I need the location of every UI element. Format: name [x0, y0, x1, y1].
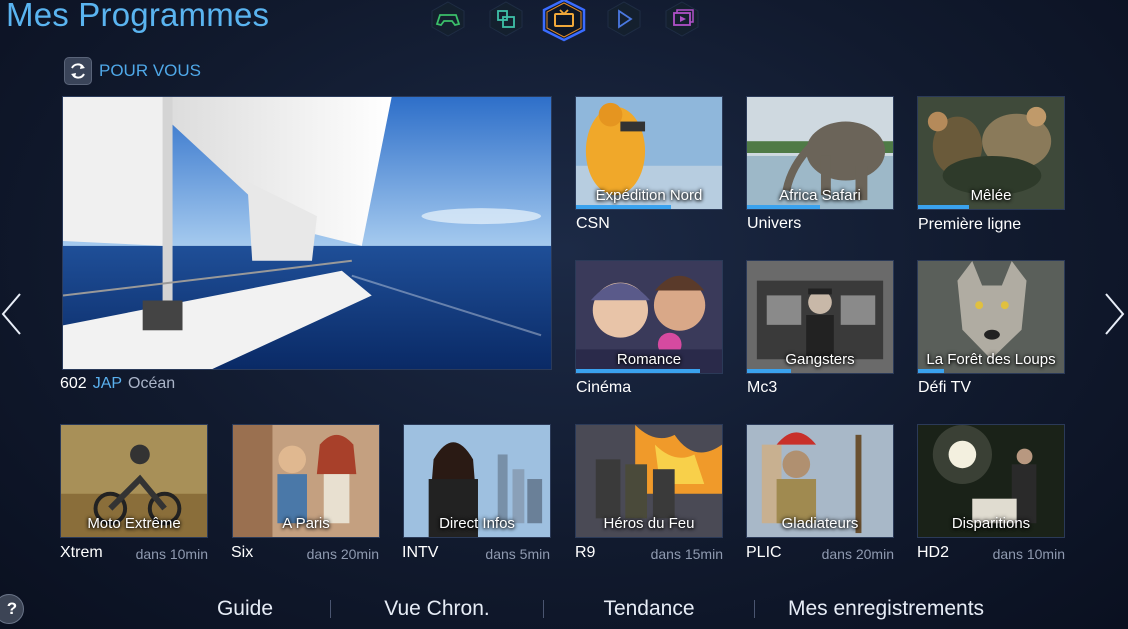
tile-title: Gladiateurs — [781, 515, 859, 532]
tile-title: Romance — [616, 351, 682, 368]
start-time: dans 20min — [306, 546, 379, 562]
program-tile[interactable]: Expédition Nord — [575, 96, 723, 210]
upcoming-caption: Xtrem dans 10min — [60, 544, 208, 562]
pour-vous-header[interactable]: POUR VOUS — [64, 56, 201, 86]
progress-bar — [918, 369, 945, 373]
program-tile[interactable]: Mêlée — [917, 96, 1065, 210]
tile-title: La Forêt des Loups — [926, 351, 1056, 368]
start-time: dans 10min — [135, 546, 208, 562]
tile-title: Africa Safari — [779, 187, 861, 204]
upcoming-tile[interactable]: Moto Extrême — [60, 424, 208, 538]
tile-title: Expédition Nord — [595, 187, 703, 204]
tile-channel: CSN — [576, 215, 610, 232]
tile-channel: PLIC — [746, 544, 782, 561]
upcoming-tile[interactable]: A Paris — [232, 424, 380, 538]
tile-title: Moto Extrême — [87, 515, 181, 532]
tile-channel: Cinéma — [576, 379, 632, 396]
help-button[interactable]: ? — [0, 594, 24, 624]
progress-bar — [747, 369, 791, 373]
upcoming-caption: PLIC dans 20min — [746, 544, 894, 562]
tile-channel: Six — [231, 544, 254, 561]
play-icon[interactable] — [604, 0, 644, 38]
sailboat-image — [63, 97, 551, 369]
start-time: dans 5min — [485, 546, 550, 562]
nav-guide[interactable]: Guide — [160, 597, 330, 621]
program-tile[interactable]: Gangsters — [746, 260, 894, 374]
channel-number: 602 — [60, 375, 87, 392]
progress-bar — [918, 205, 970, 209]
tile-channel: Première ligne — [918, 216, 1022, 233]
featured-program[interactable] — [62, 96, 552, 370]
bottom-navigation: Guide Vue Chron. Tendance Mes enregistre… — [160, 594, 1050, 624]
featured-caption: 602 JAP Océan — [60, 375, 175, 393]
tile-title: Mêlée — [970, 187, 1012, 204]
tile-channel: Mc3 — [747, 379, 778, 396]
progress-bar — [576, 369, 701, 373]
chevron-right-icon[interactable] — [1102, 292, 1126, 336]
upcoming-tile[interactable]: Héros du Feu — [575, 424, 723, 538]
apps-icon[interactable] — [486, 0, 526, 38]
tile-title: A Paris — [282, 515, 330, 532]
nav-vue-chron[interactable]: Vue Chron. — [331, 597, 543, 621]
tile-channel: Défi TV — [918, 379, 972, 396]
upcoming-caption: HD2 dans 10min — [917, 544, 1065, 562]
upcoming-tile[interactable]: Direct Infos — [403, 424, 551, 538]
tv-icon[interactable] — [538, 0, 590, 42]
tile-channel: INTV — [402, 544, 439, 561]
page-title: Mes Programmes — [6, 0, 270, 33]
upcoming-caption: R9 dans 15min — [575, 544, 723, 562]
nav-mes-enregistrements[interactable]: Mes enregistrements — [755, 597, 1017, 621]
upcoming-caption: INTV dans 5min — [402, 544, 550, 562]
tile-title: Gangsters — [785, 351, 855, 368]
photos-icon[interactable] — [662, 0, 702, 38]
program-tile[interactable]: Romance — [575, 260, 723, 374]
tile-title: Direct Infos — [439, 515, 515, 532]
start-time: dans 10min — [992, 546, 1065, 562]
tile-title: Disparitions — [951, 515, 1031, 532]
upcoming-tile[interactable]: Disparitions — [917, 424, 1065, 538]
refresh-icon[interactable] — [64, 57, 92, 85]
tile-channel: R9 — [575, 544, 596, 561]
progress-bar — [747, 205, 820, 209]
start-time: dans 15min — [650, 546, 723, 562]
program-tile[interactable]: Africa Safari — [746, 96, 894, 210]
tile-channel: Univers — [747, 215, 802, 232]
program-name: Océan — [128, 375, 176, 392]
network-name: JAP — [92, 375, 123, 392]
tile-channel: HD2 — [917, 544, 950, 561]
program-tile[interactable]: La Forêt des Loups — [917, 260, 1065, 374]
tile-title: Héros du Feu — [603, 515, 695, 532]
progress-bar — [576, 205, 671, 209]
games-icon[interactable] — [428, 0, 468, 38]
tile-channel: Xtrem — [60, 544, 103, 561]
start-time: dans 20min — [821, 546, 894, 562]
section-label: POUR VOUS — [99, 61, 202, 80]
nav-tendance[interactable]: Tendance — [544, 597, 754, 621]
upcoming-caption: Six dans 20min — [231, 544, 379, 562]
hub-navigation — [424, 0, 714, 42]
upcoming-tile[interactable]: Gladiateurs — [746, 424, 894, 538]
chevron-left-icon[interactable] — [0, 292, 24, 336]
